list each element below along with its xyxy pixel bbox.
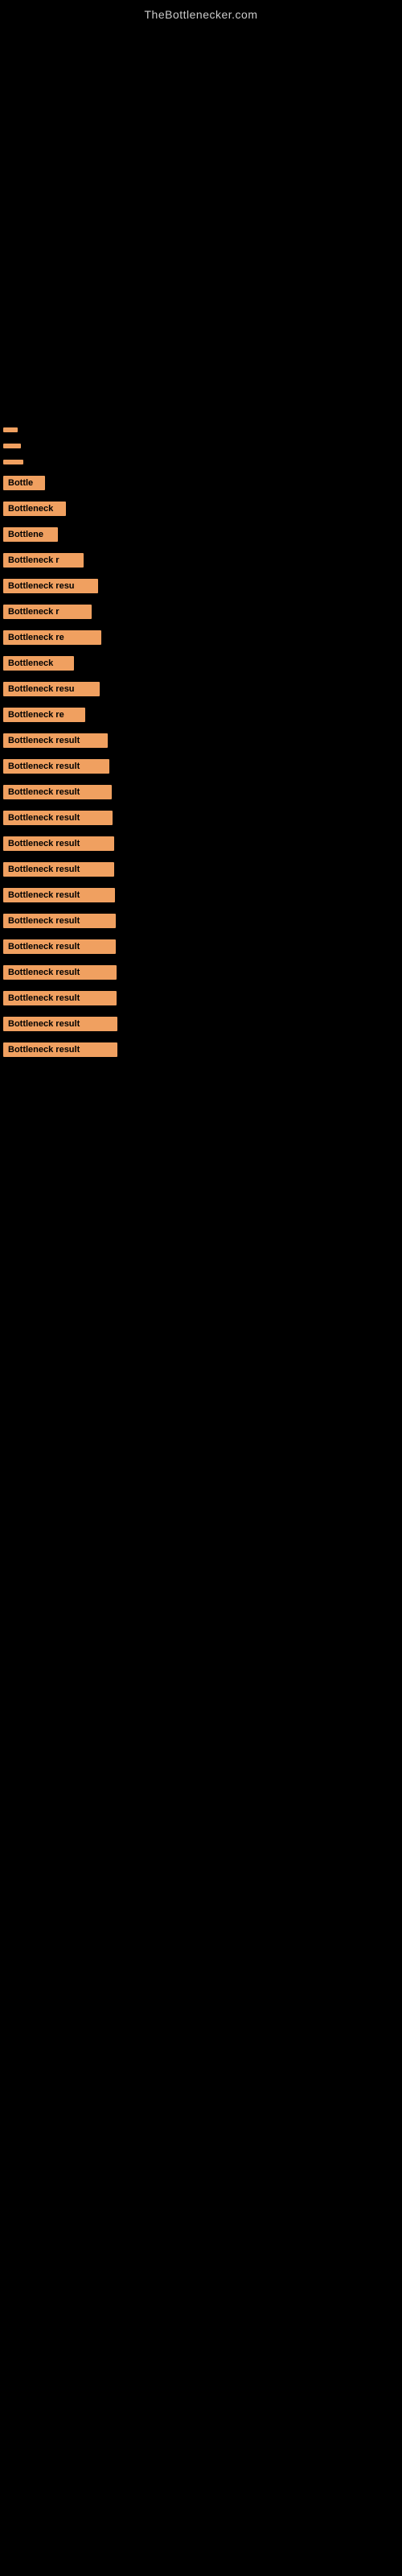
result-item: Bottleneck result [3, 1042, 399, 1057]
result-bar[interactable]: Bottleneck result [3, 785, 112, 799]
result-item: Bottleneck resu [3, 579, 399, 593]
result-bar[interactable]: Bottleneck re [3, 630, 101, 645]
result-item: Bottleneck result [3, 733, 399, 748]
result-bar[interactable]: Bottleneck result [3, 991, 117, 1005]
result-bar[interactable]: Bottleneck resu [3, 579, 98, 593]
result-bar[interactable]: Bottleneck result [3, 965, 117, 980]
result-item: Bottle [3, 476, 399, 490]
site-title: TheBottlenecker.com [0, 0, 402, 25]
result-bar[interactable]: Bottle [3, 476, 45, 490]
results-section: Bottle Bottleneck Bottlene Bottleneck r Bott… [0, 427, 402, 1068]
result-bar[interactable]: Bottleneck result [3, 836, 114, 851]
result-item: Bottleneck result [3, 991, 399, 1005]
result-item: Bottleneck [3, 656, 399, 671]
result-bar[interactable]: Bottleneck result [3, 733, 108, 748]
result-item: Bottleneck result [3, 759, 399, 774]
result-item: Bottleneck result [3, 811, 399, 825]
result-item: Bottleneck [3, 502, 399, 516]
result-item: Bottleneck result [3, 1017, 399, 1031]
chart-area [0, 25, 402, 411]
result-item: Bottleneck result [3, 785, 399, 799]
result-bar[interactable]: Bottleneck re [3, 708, 85, 722]
result-bar[interactable]: Bottleneck [3, 656, 74, 671]
result-item: Bottleneck resu [3, 682, 399, 696]
result-item: Bottlene [3, 527, 399, 542]
result-bar[interactable]: Bottleneck result [3, 862, 114, 877]
result-item: Bottleneck result [3, 965, 399, 980]
result-item [3, 460, 399, 464]
result-bar[interactable]: Bottleneck [3, 502, 66, 516]
result-bar[interactable]: Bottleneck result [3, 811, 113, 825]
result-bar[interactable]: Bottleneck r [3, 553, 84, 568]
result-bar[interactable]: Bottleneck result [3, 759, 109, 774]
result-bar[interactable]: Bottleneck result [3, 1017, 117, 1031]
result-item: Bottleneck r [3, 553, 399, 568]
result-bar[interactable]: Bottleneck resu [3, 682, 100, 696]
result-bar[interactable] [3, 460, 23, 464]
result-bar[interactable]: Bottlene [3, 527, 58, 542]
result-bar[interactable] [3, 427, 18, 432]
result-bar[interactable]: Bottleneck result [3, 1042, 117, 1057]
result-item: Bottleneck result [3, 939, 399, 954]
result-item [3, 427, 399, 432]
result-item: Bottleneck re [3, 708, 399, 722]
result-bar[interactable]: Bottleneck result [3, 914, 116, 928]
result-item: Bottleneck result [3, 836, 399, 851]
result-bar[interactable] [3, 444, 21, 448]
result-bar[interactable]: Bottleneck result [3, 939, 116, 954]
result-item [3, 444, 399, 448]
result-bar[interactable]: Bottleneck r [3, 605, 92, 619]
result-item: Bottleneck r [3, 605, 399, 619]
result-item: Bottleneck result [3, 914, 399, 928]
result-item: Bottleneck re [3, 630, 399, 645]
result-item: Bottleneck result [3, 862, 399, 877]
result-bar[interactable]: Bottleneck result [3, 888, 115, 902]
result-item: Bottleneck result [3, 888, 399, 902]
